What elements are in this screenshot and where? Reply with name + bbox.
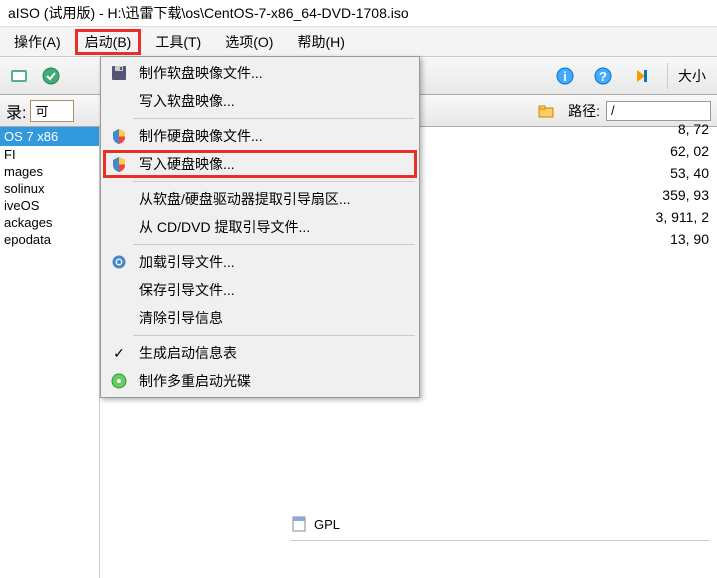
menu-separator	[133, 181, 415, 182]
divider	[290, 540, 710, 541]
tree-item[interactable]: ackages	[0, 214, 99, 231]
blank-icon	[109, 91, 129, 111]
file-label: GPL	[314, 517, 340, 532]
menubar: 操作(A) 启动(B) 工具(T) 选项(O) 帮助(H)	[0, 27, 717, 57]
size-value: 3, 911, 2	[656, 206, 709, 228]
tree-item[interactable]: epodata	[0, 231, 99, 248]
menu-label: 制作硬盘映像文件...	[139, 126, 263, 146]
menu-make-hdd-image[interactable]: 制作硬盘映像文件...	[103, 122, 417, 150]
menu-save-boot-file[interactable]: 保存引导文件...	[103, 276, 417, 304]
menu-help[interactable]: 帮助(H)	[287, 29, 354, 55]
window-title: aISO (试用版) - H:\迅雷下载\os\CentOS-7-x86_64-…	[0, 0, 717, 27]
size-value: 8, 72	[656, 118, 709, 140]
check-icon: ✓	[109, 343, 129, 363]
path-label: 路径:	[568, 101, 600, 121]
subbar-label: 录:	[6, 99, 26, 123]
size-value: 359, 93	[656, 184, 709, 206]
menu-label: 加载引导文件...	[139, 252, 235, 272]
nav-icon[interactable]	[627, 62, 655, 90]
blank-icon	[109, 217, 129, 237]
menu-label: 制作多重启动光碟	[139, 371, 251, 391]
folder-icon[interactable]	[532, 97, 560, 125]
help-icon[interactable]: ?	[589, 62, 617, 90]
menu-label: 从 CD/DVD 提取引导文件...	[139, 217, 310, 237]
tree-item[interactable]: solinux	[0, 180, 99, 197]
subbar-input[interactable]	[30, 100, 74, 122]
gear-icon	[109, 252, 129, 272]
menu-write-hdd-image[interactable]: 写入硬盘映像...	[103, 150, 417, 178]
menu-label: 保存引导文件...	[139, 280, 235, 300]
menu-make-floppy-image[interactable]: 制作软盘映像文件...	[103, 59, 417, 87]
size-value: 53, 40	[656, 162, 709, 184]
svg-text:i: i	[563, 69, 567, 84]
shield-icon	[109, 126, 129, 146]
tree-sidebar: OS 7 x86 FI mages solinux iveOS ackages …	[0, 127, 100, 578]
menu-separator	[133, 335, 415, 336]
shield-icon	[109, 154, 129, 174]
size-label: 大小	[678, 66, 706, 86]
menu-write-floppy-image[interactable]: 写入软盘映像...	[103, 87, 417, 115]
boot-dropdown-menu: 制作软盘映像文件... 写入软盘映像... 制作硬盘映像文件... 写入硬盘映像…	[100, 56, 420, 398]
bottom-file[interactable]: GPL	[290, 515, 340, 533]
tree-item[interactable]: FI	[0, 146, 99, 163]
menu-options[interactable]: 选项(O)	[215, 29, 283, 55]
svg-text:?: ?	[599, 69, 607, 84]
menu-generate-boot-info-table[interactable]: ✓ 生成启动信息表	[103, 339, 417, 367]
menu-label: 写入软盘映像...	[139, 91, 235, 111]
menu-load-boot-file[interactable]: 加载引导文件...	[103, 248, 417, 276]
menu-operate[interactable]: 操作(A)	[4, 29, 71, 55]
menu-extract-boot-sector[interactable]: 从软盘/硬盘驱动器提取引导扇区...	[103, 185, 417, 213]
size-value: 13, 90	[656, 228, 709, 250]
tool-button-2[interactable]	[37, 62, 65, 90]
tool-button-1[interactable]	[5, 62, 33, 90]
blank-icon	[109, 280, 129, 300]
menu-tools[interactable]: 工具(T)	[145, 29, 211, 55]
tree-item[interactable]: mages	[0, 163, 99, 180]
menu-label: 写入硬盘映像...	[139, 154, 235, 174]
menu-separator	[133, 118, 415, 119]
blank-icon	[109, 308, 129, 328]
file-sizes: 8, 72 62, 02 53, 40 359, 93 3, 911, 2 13…	[656, 118, 709, 250]
menu-separator	[133, 244, 415, 245]
separator	[667, 63, 668, 89]
menu-label: 从软盘/硬盘驱动器提取引导扇区...	[139, 189, 351, 209]
menu-clear-boot-info[interactable]: 清除引导信息	[103, 304, 417, 332]
blank-icon	[109, 189, 129, 209]
menu-make-multiboot-disc[interactable]: 制作多重启动光碟	[103, 367, 417, 395]
tree-item[interactable]: iveOS	[0, 197, 99, 214]
tree-root[interactable]: OS 7 x86	[0, 127, 99, 146]
menu-label: 清除引导信息	[139, 308, 223, 328]
menu-boot[interactable]: 启动(B)	[75, 29, 142, 55]
menu-extract-boot-file-cddvd[interactable]: 从 CD/DVD 提取引导文件...	[103, 213, 417, 241]
menu-label: 制作软盘映像文件...	[139, 63, 263, 83]
disc-icon	[109, 371, 129, 391]
info-icon[interactable]: i	[551, 62, 579, 90]
menu-label: 生成启动信息表	[139, 343, 237, 363]
size-value: 62, 02	[656, 140, 709, 162]
file-icon	[290, 515, 308, 533]
floppy-icon	[109, 63, 129, 83]
